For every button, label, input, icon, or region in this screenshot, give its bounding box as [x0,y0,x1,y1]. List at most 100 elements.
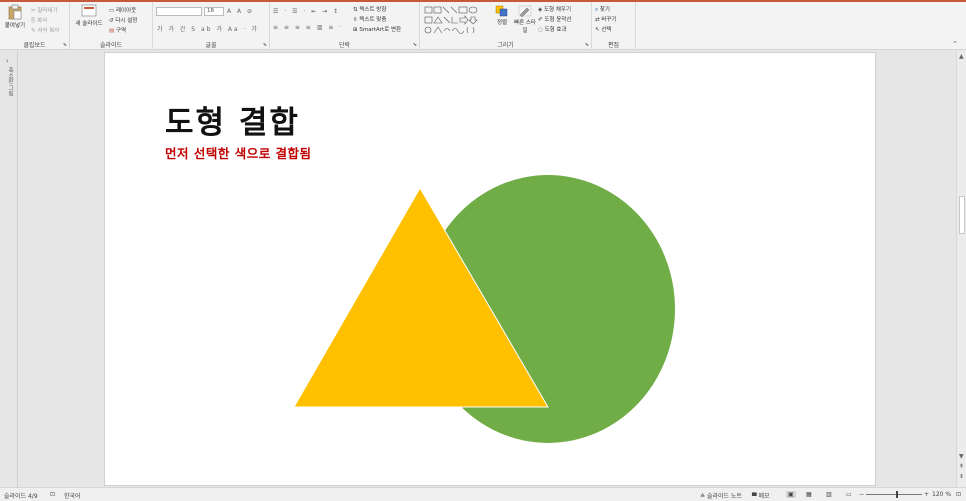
vertical-scrollbar[interactable]: ▲ ▼ ⇞ ⇟ [956,51,966,487]
paste-icon [8,4,22,20]
clipboard-group: 붙여넣기 ✂ 잘라내기 ⎘ 복사 ✎ 서식 복사 클립보드 ⬊ [0,2,70,50]
shape-outline-label: 도형 윤곽선 [544,17,572,23]
zoom-slider[interactable] [866,494,922,495]
layout-icon: ▭ [109,8,116,14]
quick-styles-label: 빠른 스타일 [514,20,536,34]
font-launcher-icon[interactable]: ⬊ [263,42,267,48]
section-button[interactable]: ▤ 구역 [109,26,126,34]
slide-counter: 슬라이드 4/9 [4,493,38,500]
list-buttons-row[interactable]: ☰ · ☰ · ⇤ ⇥ ↕ [273,8,340,15]
replace-label: 바꾸기 [601,17,617,23]
reset-label: 다시 설정 [115,18,138,24]
paste-label: 붙여넣기 [4,23,26,29]
copy-label: 복사 [37,18,48,24]
text-direction-label: 텍스트 방향 [359,7,387,13]
clipboard-launcher-icon[interactable]: ⬊ [63,42,67,48]
zoom-in-icon[interactable]: + [924,491,929,498]
drawing-group-title: 그리기 [497,42,514,49]
thumbnail-rail: › 축소판 그림 [0,51,18,487]
slide-subtitle[interactable]: 먼저 선택한 색으로 결합됨 [165,143,312,162]
shape-outline-button[interactable]: ✐ 도형 윤곽선 [538,15,571,23]
smartart-label: SmartArt로 변환 [359,27,402,33]
arrange-button[interactable]: 정렬 [492,5,512,26]
slides-group-title: 슬라이드 [99,42,123,49]
thumbnail-rail-label: 축소판 그림 [7,67,13,97]
powerpoint-window: 붙여넣기 ✂ 잘라내기 ⎘ 복사 ✎ 서식 복사 클립보드 ⬊ 새 슬라이드 ▭… [0,0,966,501]
shape-fill-label: 도형 채우기 [543,7,572,13]
notes-label: 슬라이드 노트 [706,493,742,500]
status-bar: 슬라이드 4/9 ⊡ 한국어 ≙ 슬라이드 노트 ▀ 메모 ▣ ▦ ▥ ▭ − … [0,487,966,501]
new-slide-button[interactable]: 새 슬라이드 [72,4,106,27]
zoom-level[interactable]: 120 % [932,491,951,498]
clipboard-group-title: 클립보드 [23,42,46,49]
slideshow-icon[interactable]: ▭ [846,491,852,498]
format-painter-button[interactable]: ✎ 서식 복사 [31,26,59,34]
scroll-down-icon[interactable]: ▼ [959,453,964,460]
arrange-label: 정렬 [496,20,508,26]
replace-button[interactable]: ⇄ 바꾸기 [595,15,617,23]
comments-button[interactable]: ▀ 메모 [752,491,770,500]
slide-canvas[interactable]: 도형 결합 먼저 선택한 색으로 결합됨 [104,52,876,486]
scrollbar-thumb[interactable] [959,196,965,234]
font-size-field[interactable]: 18 [204,7,224,16]
language-indicator[interactable]: 한국어 [64,491,81,500]
font-format-row[interactable]: 가 가 간 S ab 가 Aa · 가 [157,24,259,33]
align-text-label: 텍스트 맞춤 [359,17,387,23]
slide-title[interactable]: 도형 결합 [165,97,300,142]
zoom-out-icon[interactable]: − [859,491,864,498]
font-name-field[interactable] [156,7,202,16]
new-slide-icon [81,4,97,17]
quick-styles-button[interactable]: 빠른 스타일 [514,5,536,34]
align-text-button[interactable]: ⇳ 텍스트 맞춤 [353,15,386,23]
smartart-button[interactable]: ⊞ SmartArt로 변환 [353,25,401,33]
next-slide-icon[interactable]: ⇟ [959,473,964,480]
slide-sorter-icon[interactable]: ▦ [806,491,812,498]
select-button[interactable]: ↖ 선택 [595,25,611,33]
cut-label: 잘라내기 [37,8,58,14]
shapes-gallery[interactable] [424,6,486,36]
arrange-icon [495,5,508,17]
cut-button[interactable]: ✂ 잘라내기 [31,6,58,14]
notes-button[interactable]: ≙ 슬라이드 노트 [700,491,742,500]
layout-button[interactable]: ▭ 레이아웃 [109,6,136,14]
paste-button[interactable]: 붙여넣기 [2,4,28,29]
paragraph-launcher-icon[interactable]: ⬊ [413,42,417,48]
section-icon: ▤ [109,28,116,34]
font-grow-shrink[interactable]: A A ⊘ [227,8,254,15]
expand-thumbnails-icon[interactable]: › [6,57,9,65]
spellcheck-icon[interactable]: ⊡ [50,491,55,498]
previous-slide-icon[interactable]: ⇞ [959,463,964,470]
font-group-title: 글꼴 [205,42,217,49]
section-label: 구역 [115,28,127,34]
copy-button[interactable]: ⎘ 복사 [31,16,47,25]
new-slide-label: 새 슬라이드 [75,21,103,27]
select-label: 선택 [601,27,612,33]
scroll-up-icon[interactable]: ▲ [959,53,964,60]
shape-effects-label: 도형 효과 [544,27,567,33]
shape-effects-button[interactable]: ◌ 도형 효과 [538,25,567,33]
ribbon: 붙여넣기 ✂ 잘라내기 ⎘ 복사 ✎ 서식 복사 클립보드 ⬊ 새 슬라이드 ▭… [0,0,966,50]
drawing-launcher-icon[interactable]: ⬊ [585,42,589,48]
quick-styles-icon [518,5,532,17]
text-direction-button[interactable]: ⇅ 텍스트 방향 [353,5,386,13]
collapse-ribbon-icon[interactable]: ⌃ [952,40,958,48]
reading-view-icon[interactable]: ▥ [826,491,832,498]
align-buttons-row[interactable]: ≡ ≡ ≡ ≡ ▥ ≡ · [273,24,343,31]
notes-icon: ≙ [700,493,707,500]
drawing-group: 정렬 빠른 스타일 ◈ 도형 채우기 ✐ 도형 윤곽선 ◌ 도형 효과 그리기 … [420,2,592,50]
shape-fill-button[interactable]: ◈ 도형 채우기 [538,5,571,13]
paragraph-group-title: 단락 [338,42,351,49]
editing-group: ⌕ 찾기 ⇄ 바꾸기 ↖ 선택 편집 [592,2,636,50]
fit-to-window-icon[interactable]: ⊡ [956,491,961,498]
zoom-slider-knob[interactable] [895,491,898,498]
font-group: 18 A A ⊘ 가 가 간 S ab 가 Aa · 가 글꼴 ⬊ [153,2,270,50]
comments-label: 메모 [758,493,770,500]
paragraph-group: ☰ · ☰ · ⇤ ⇥ ↕ ≡ ≡ ≡ ≡ ▥ ≡ · ⇅ 텍스트 방향 ⇳ 텍… [270,2,420,50]
layout-label: 레이아웃 [115,8,137,14]
slides-group: 새 슬라이드 ▭ 레이아웃 ↺ 다시 설정 ▤ 구역 슬라이드 [70,2,153,50]
editing-group-title: 편집 [607,42,620,49]
find-button[interactable]: ⌕ 찾기 [595,5,610,14]
format-painter-label: 서식 복사 [37,28,60,34]
normal-view-icon[interactable]: ▣ [786,491,796,498]
reset-button[interactable]: ↺ 다시 설정 [109,16,137,24]
